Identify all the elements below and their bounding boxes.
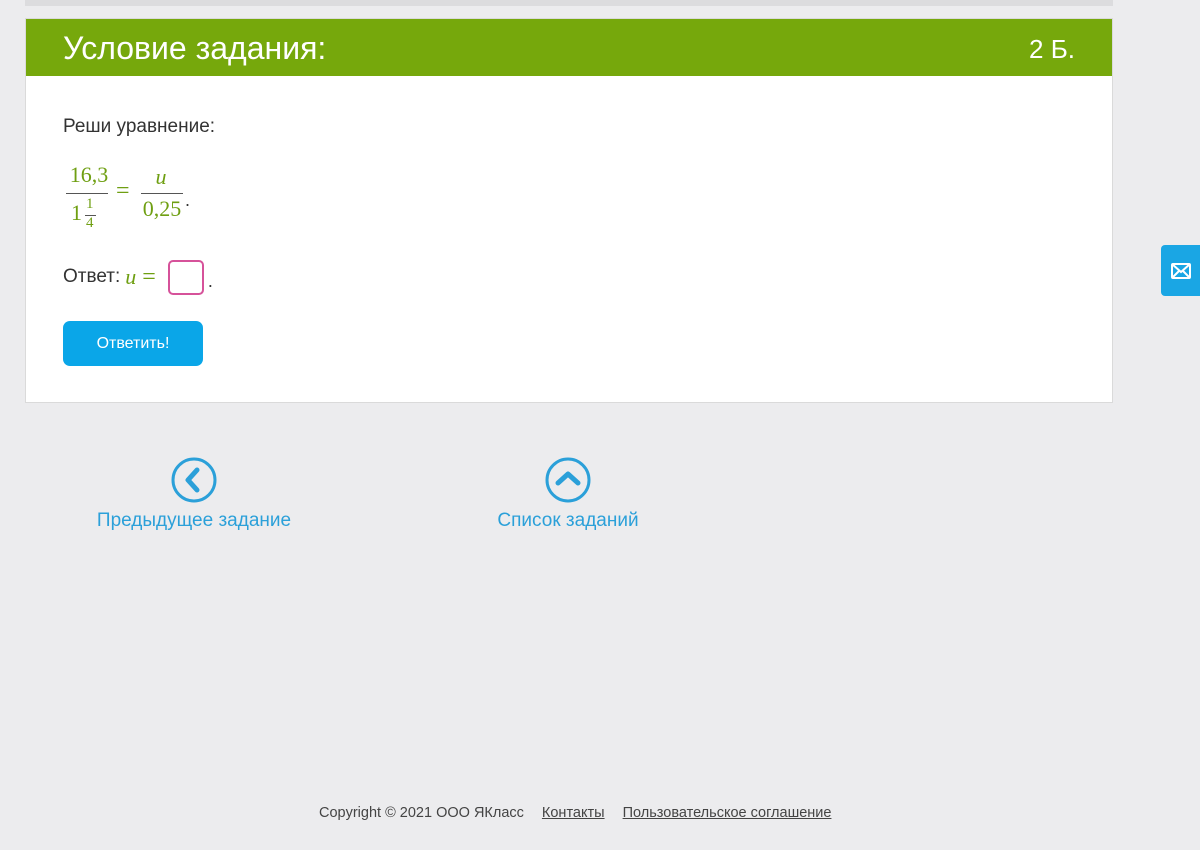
equation: 16,3 1 1 4 = u 0,25 . bbox=[63, 162, 243, 242]
chevron-up-circle-icon bbox=[545, 457, 591, 503]
left-fraction-bar bbox=[66, 193, 108, 194]
mail-icon bbox=[1170, 262, 1191, 279]
task-title: Условие задания: bbox=[63, 30, 327, 66]
right-numerator: u bbox=[155, 164, 167, 189]
equals-sign: = bbox=[116, 178, 130, 204]
equation-period: . bbox=[185, 190, 191, 210]
left-denominator-whole: 1 bbox=[71, 200, 82, 225]
left-denominator-frac-numerator: 1 bbox=[86, 196, 94, 212]
user-agreement-link[interactable]: Пользовательское соглашение bbox=[623, 805, 832, 821]
left-denominator-frac-denominator: 4 bbox=[86, 215, 94, 231]
task-header: Условие задания: 2 Б. bbox=[26, 19, 1112, 76]
answer-label: Ответ: bbox=[63, 266, 121, 287]
footer: Copyright © 2021 ООО ЯКласс Контакты Пол… bbox=[319, 805, 831, 821]
answer-input[interactable] bbox=[167, 259, 204, 295]
right-fraction-bar bbox=[141, 193, 183, 194]
task-list-label: Список заданий bbox=[497, 510, 639, 531]
contacts-link[interactable]: Контакты bbox=[542, 805, 605, 821]
task-list-link[interactable]: Список заданий bbox=[468, 456, 668, 532]
task-card: Условие задания: 2 Б. Реши уравнение: 16… bbox=[25, 18, 1113, 403]
right-denominator: 0,25 bbox=[142, 196, 182, 221]
top-strip bbox=[25, 0, 1113, 6]
answer-period: . bbox=[207, 270, 213, 291]
chevron-left-circle-icon bbox=[171, 457, 217, 503]
answer-variable: u bbox=[125, 264, 137, 289]
feedback-button[interactable] bbox=[1161, 245, 1200, 296]
copyright-text: Copyright © 2021 ООО ЯКласс bbox=[319, 805, 524, 821]
answer-row: Ответ: u = . bbox=[63, 257, 213, 297]
left-numerator: 16,3 bbox=[69, 162, 109, 187]
previous-task-link[interactable]: Предыдущее задание bbox=[94, 456, 294, 532]
previous-task-label: Предыдущее задание bbox=[96, 510, 292, 531]
task-points: 2 Б. bbox=[1029, 34, 1075, 64]
submit-button[interactable]: Ответить! bbox=[63, 321, 203, 366]
task-prompt: Реши уравнение: bbox=[63, 116, 216, 137]
answer-equals: = bbox=[142, 263, 156, 290]
